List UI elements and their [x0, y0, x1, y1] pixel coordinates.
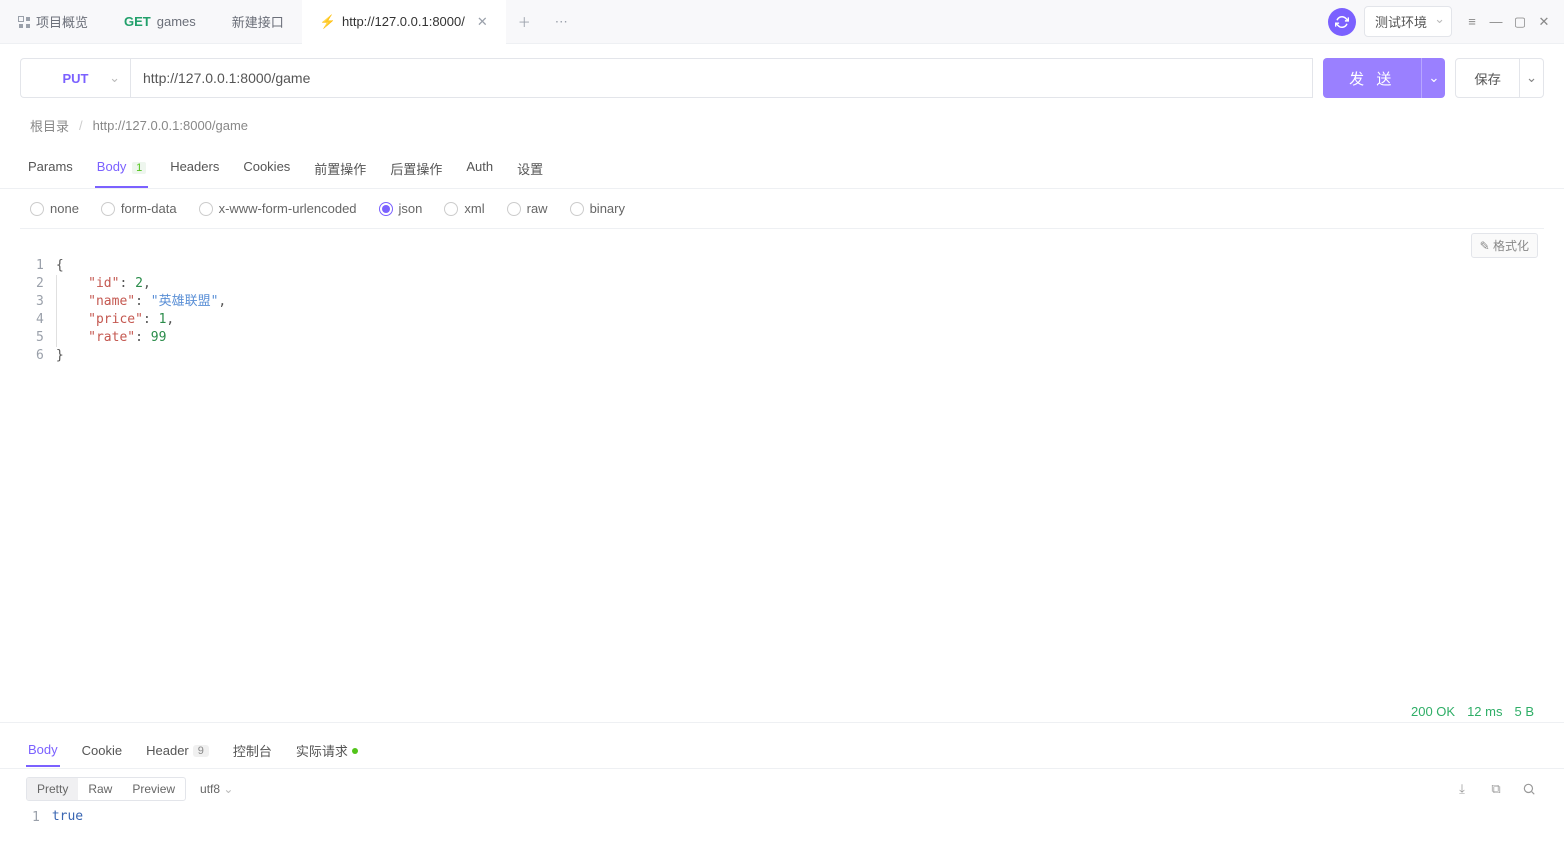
top-tabbar: 项目概览 GET games 新建接口 ⚡ http://127.0.0.1:8… [0, 0, 1564, 44]
tab-cookies[interactable]: Cookies [241, 149, 292, 188]
radio-x-www-form[interactable]: x-www-form-urlencoded [199, 201, 357, 216]
view-preview[interactable]: Preview [122, 778, 185, 800]
status-size: 5 B [1514, 704, 1534, 719]
response-status-line: 200 OK 12 ms 5 B [1411, 704, 1534, 719]
resp-tab-cookie[interactable]: Cookie [80, 735, 124, 766]
response-view-segment: Pretty Raw Preview [26, 777, 186, 801]
tab-pre-request[interactable]: 前置操作 [312, 149, 368, 188]
radio-form-data[interactable]: form-data [101, 201, 177, 216]
response-value: true [52, 809, 83, 827]
response-panel: Body Cookie Header 9 控制台 实际请求 Pretty Raw… [0, 722, 1564, 847]
tab-overview[interactable]: 项目概览 [0, 0, 106, 44]
overview-icon [18, 16, 30, 28]
resp-tab-console[interactable]: 控制台 [231, 733, 274, 768]
menu-button[interactable]: ≡ [1460, 14, 1484, 29]
maximize-button[interactable]: ▢ [1508, 14, 1532, 30]
radio-json[interactable]: json [379, 201, 423, 216]
tab-body[interactable]: Body 1 [95, 149, 148, 188]
window-close-button[interactable]: ✕ [1532, 14, 1556, 30]
tab-settings[interactable]: 设置 [515, 149, 545, 188]
breadcrumb-sep: / [79, 118, 83, 133]
close-icon[interactable]: ✕ [477, 14, 488, 30]
response-gutter: 1 [26, 809, 52, 827]
breadcrumb-root[interactable]: 根目录 [30, 116, 69, 135]
radio-raw[interactable]: raw [507, 201, 548, 216]
format-icon: ✎ [1480, 239, 1493, 253]
download-icon[interactable]: ⤓ [1454, 781, 1470, 797]
more-tabs-button[interactable]: ⋯ [543, 14, 580, 30]
bolt-icon: ⚡ [320, 14, 336, 30]
resp-tab-body[interactable]: Body [26, 734, 60, 767]
radio-binary[interactable]: binary [570, 201, 625, 216]
status-time: 12 ms [1467, 704, 1502, 719]
actual-request-dot-icon [352, 748, 358, 754]
new-tab-button[interactable]: ＋ [506, 12, 543, 31]
refresh-button[interactable] [1328, 8, 1356, 36]
breadcrumb: 根目录 / http://127.0.0.1:8000/game [0, 112, 1564, 149]
encoding-select[interactable]: utf8 ⌄ [200, 782, 233, 796]
radio-xml[interactable]: xml [444, 201, 484, 216]
tab-auth[interactable]: Auth [464, 149, 495, 188]
save-dropdown[interactable]: ⌄ [1520, 58, 1544, 98]
tab-params[interactable]: Params [26, 149, 75, 188]
request-tabs: Params Body 1 Headers Cookies 前置操作 后置操作 … [0, 149, 1564, 189]
view-pretty[interactable]: Pretty [27, 778, 78, 800]
breadcrumb-path[interactable]: http://127.0.0.1:8000/game [93, 118, 248, 133]
body-editor-wrap: ✎ 格式化 1 2 3 4 5 6 { "id": 2, "name": "英雄… [20, 228, 1544, 722]
format-button[interactable]: ✎ 格式化 [1471, 233, 1538, 258]
tab-overview-label: 项目概览 [36, 12, 88, 31]
environment-select[interactable]: 测试环境 [1364, 6, 1452, 37]
minimize-button[interactable]: — [1484, 14, 1508, 29]
http-method-label: PUT [63, 71, 89, 86]
response-tabs: Body Cookie Header 9 控制台 实际请求 [0, 723, 1564, 769]
environment-label: 测试环境 [1375, 15, 1427, 30]
response-body: 1 true [0, 809, 1564, 847]
tab-active-label: http://127.0.0.1:8000/ [342, 14, 465, 29]
body-type-row: none form-data x-www-form-urlencoded jso… [0, 189, 1564, 228]
save-button[interactable]: 保存 [1455, 58, 1520, 98]
editor-gutter: 1 2 3 4 5 6 [20, 257, 56, 722]
url-input[interactable] [130, 58, 1313, 98]
body-count-badge: 1 [132, 162, 146, 174]
resp-tab-header[interactable]: Header 9 [144, 735, 211, 766]
search-icon[interactable] [1522, 782, 1538, 796]
send-dropdown[interactable]: ⌄ [1421, 58, 1445, 98]
resp-tab-actual-request[interactable]: 实际请求 [294, 733, 360, 768]
request-url-row: PUT 发 送 ⌄ 保存 ⌄ [0, 44, 1564, 112]
json-editor[interactable]: 1 2 3 4 5 6 { "id": 2, "name": "英雄联盟", "… [20, 229, 1544, 722]
header-count-badge: 9 [193, 745, 209, 757]
tab-new-api[interactable]: 新建接口 [214, 0, 302, 44]
view-raw[interactable]: Raw [78, 778, 122, 800]
chevron-down-icon: ⌄ [223, 782, 233, 796]
send-button[interactable]: 发 送 [1323, 58, 1421, 98]
refresh-icon [1335, 15, 1349, 29]
method-badge: GET [124, 14, 151, 29]
copy-icon[interactable]: ⧉ [1488, 781, 1504, 797]
editor-code[interactable]: { "id": 2, "name": "英雄联盟", "price": 1, "… [56, 257, 226, 722]
tab-post-request[interactable]: 后置操作 [388, 149, 444, 188]
radio-none[interactable]: none [30, 201, 79, 216]
tab-new-api-label: 新建接口 [232, 12, 284, 31]
response-toolbar: Pretty Raw Preview utf8 ⌄ ⤓ ⧉ [0, 769, 1564, 809]
tab-body-label: Body [97, 159, 127, 174]
tab-get-games[interactable]: GET games [106, 0, 214, 44]
status-code: 200 OK [1411, 704, 1455, 719]
tab-active-request[interactable]: ⚡ http://127.0.0.1:8000/ ✕ [302, 0, 506, 44]
tab-get-games-label: games [157, 14, 196, 29]
tab-headers[interactable]: Headers [168, 149, 221, 188]
http-method-select[interactable]: PUT [20, 58, 130, 98]
